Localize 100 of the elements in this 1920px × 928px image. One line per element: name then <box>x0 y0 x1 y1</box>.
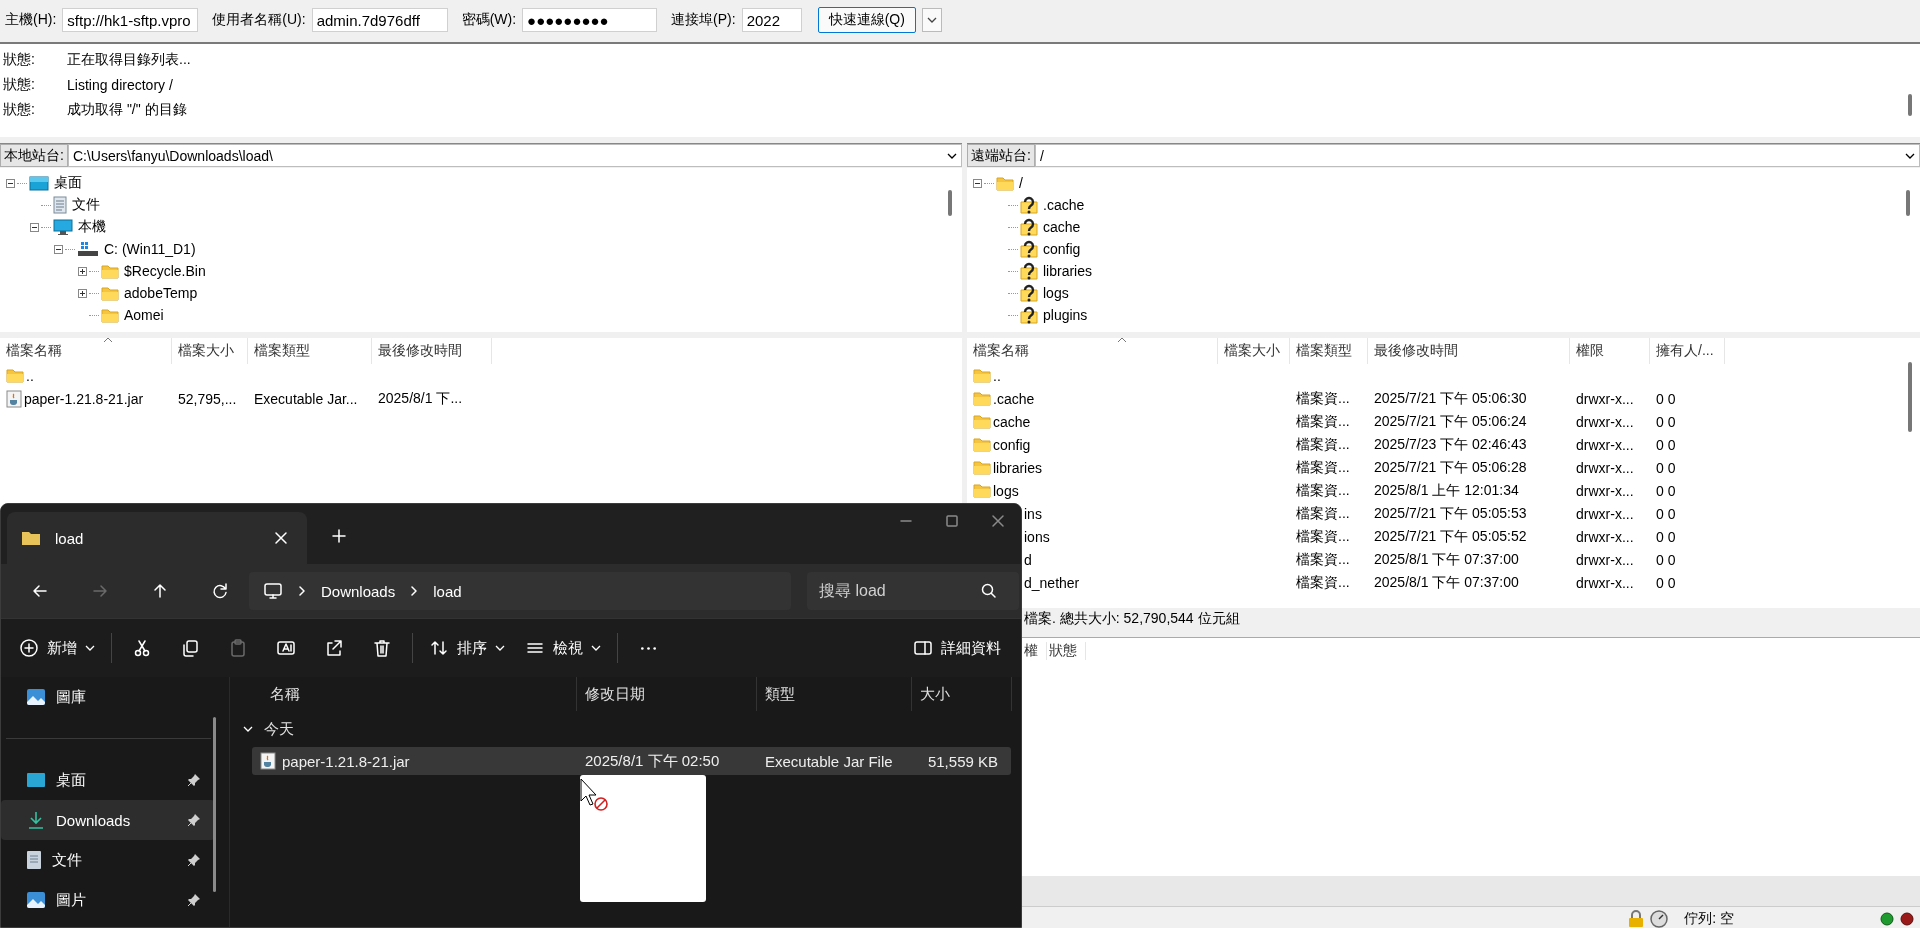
table-cell: 2025/7/23 下午 02:46:43 <box>1374 435 1527 454</box>
table-cell: Executable Jar... <box>254 390 358 407</box>
tree-item[interactable]: cache <box>1043 219 1081 235</box>
site-label[interactable]: 本地站台: <box>0 144 68 167</box>
sidebar-item[interactable]: 圖片 <box>1 880 215 920</box>
tree-item[interactable]: $Recycle.Bin <box>124 263 206 279</box>
file-row[interactable]: paper-1.21.8-21.jar 2025/8/1 下午 02:50 Executable Jar File 51,559 KB <box>252 747 1011 775</box>
site-label[interactable]: 遠端站台: <box>967 144 1035 167</box>
table-cell: 2025/8/1 下午 07:37:00 <box>1374 550 1519 569</box>
breadcrumb[interactable]: Downloads <box>321 582 396 600</box>
search-field[interactable]: 搜尋 load <box>807 572 1019 610</box>
tree-item[interactable]: logs <box>1043 285 1069 301</box>
file-name[interactable]: d <box>1024 551 1032 568</box>
file-name[interactable]: libraries <box>993 459 1042 476</box>
file-name[interactable]: .cache <box>993 390 1035 407</box>
table-cell: 0 0 <box>1656 459 1676 476</box>
table-cell: 0 0 <box>1656 413 1676 430</box>
sort-button[interactable]: 排序 <box>419 628 515 668</box>
input-field[interactable]: sftp://hk1-sftp.vpro <box>62 8 199 32</box>
column-header[interactable]: 大小 <box>912 677 1012 711</box>
tree-item[interactable]: / <box>1019 175 1023 191</box>
status-text: 檔案. 總共大小: 52,790,544 位元組 <box>1024 610 1240 628</box>
column-header[interactable]: 最後修改時間 <box>1368 338 1570 364</box>
breadcrumb[interactable]: load <box>433 582 462 600</box>
tree-item[interactable]: libraries <box>1043 263 1092 279</box>
tree-item[interactable]: 文件 <box>72 196 100 214</box>
input-field[interactable]: 2022 <box>741 8 802 32</box>
table-cell: 0 0 <box>1656 390 1676 407</box>
file-name[interactable]: ins <box>1024 505 1042 522</box>
table-cell: 0 0 <box>1656 528 1676 545</box>
path-field[interactable]: C:\Users\fanyu\Downloads\load\ <box>67 144 962 167</box>
tree-item[interactable]: C: (Win11_D1) <box>104 241 196 257</box>
sidebar-item[interactable]: 圖庫 <box>1 677 215 717</box>
file-name[interactable]: .. <box>993 367 1001 384</box>
column-header[interactable]: 名稱 <box>230 677 577 711</box>
file-name[interactable]: ions <box>1024 528 1050 545</box>
new-button[interactable]: 新增 <box>9 628 105 668</box>
field-label: 使用者名稱(U): <box>212 11 306 29</box>
table-cell: drwxr-x... <box>1576 413 1634 430</box>
file-name[interactable]: cache <box>993 413 1031 430</box>
column-header[interactable]: 擁有人/... <box>1650 338 1725 364</box>
sidebar-item[interactable]: 文件 <box>1 840 215 880</box>
file-name[interactable]: logs <box>993 482 1019 499</box>
table-cell: drwxr-x... <box>1576 505 1634 522</box>
table-cell: 檔案資... <box>1296 527 1350 546</box>
search-input[interactable]: 搜尋 load <box>819 576 969 606</box>
table-cell: 0 0 <box>1656 551 1676 568</box>
file-name[interactable]: d_nether <box>1024 574 1080 591</box>
sidebar-item[interactable]: 桌面 <box>1 760 215 800</box>
tree-item[interactable]: 桌面 <box>54 174 82 192</box>
column-header[interactable]: 權限 <box>1570 338 1650 364</box>
log-message: Listing directory / <box>67 76 173 93</box>
table-cell: 檔案資... <box>1296 412 1350 431</box>
path-field[interactable]: / <box>1034 144 1920 167</box>
column-header[interactable]: 最後修改時間 <box>372 338 492 364</box>
tree-item[interactable]: 本機 <box>78 218 106 236</box>
table-cell: drwxr-x... <box>1576 436 1634 453</box>
table-cell: 0 0 <box>1656 574 1676 591</box>
log-label: 狀態: <box>2 100 36 119</box>
column-header[interactable]: 檔案類型 <box>248 338 372 364</box>
file-name[interactable]: .. <box>26 367 34 384</box>
column-header[interactable]: 檔案名稱 <box>0 338 172 364</box>
input-field[interactable]: ●●●●●●●●● <box>522 8 658 32</box>
table-cell: 檔案資... <box>1296 504 1350 523</box>
tree-item[interactable]: .cache <box>1043 197 1085 213</box>
details-button[interactable]: 詳細資料 <box>903 628 1011 668</box>
column-header[interactable]: 檔案大小 <box>172 338 248 364</box>
column-header[interactable]: 檔案大小 <box>1218 338 1290 364</box>
table-cell: 檔案資... <box>1296 458 1350 477</box>
tree-item[interactable]: config <box>1043 241 1081 257</box>
field-label: 密碼(W): <box>461 11 517 29</box>
table-cell: drwxr-x... <box>1576 574 1634 591</box>
window-tab[interactable]: load <box>7 512 307 564</box>
table-cell: 2025/8/1 下午 07:37:00 <box>1374 573 1519 592</box>
table-cell: drwxr-x... <box>1576 390 1634 407</box>
quickconnect-button[interactable]: 快速連線(Q) <box>817 7 916 33</box>
sidebar-item[interactable]: Downloads <box>1 800 215 840</box>
table-cell: 2025/8/1 上午 12:01:34 <box>1374 481 1519 500</box>
view-button[interactable]: 檢視 <box>515 628 611 668</box>
address-bar[interactable]: Downloads load <box>249 572 791 610</box>
table-cell: 檔案資... <box>1296 481 1350 500</box>
column-header[interactable]: 修改日期 <box>577 677 757 711</box>
column-header[interactable]: 狀態 <box>1047 642 1086 660</box>
log-message: 正在取得目錄列表... <box>67 50 191 69</box>
field-label: 主機(H): <box>5 11 57 29</box>
column-header[interactable]: 檔案類型 <box>1290 338 1368 364</box>
file-name[interactable]: paper-1.21.8-21.jar <box>24 390 144 407</box>
log-message: 成功取得 "/" 的目錄 <box>67 100 187 119</box>
file-name[interactable]: config <box>993 436 1031 453</box>
log-label: 狀態: <box>2 50 36 69</box>
table-cell: 0 0 <box>1656 505 1676 522</box>
input-field[interactable]: admin.7d976dff <box>311 8 448 32</box>
tree-item[interactable]: adobeTemp <box>124 285 198 301</box>
tree-item[interactable]: plugins <box>1043 307 1088 323</box>
table-cell: 2025/7/21 下午 05:06:24 <box>1374 412 1527 431</box>
table-cell: 0 0 <box>1656 436 1676 453</box>
column-header[interactable]: 檔案名稱 <box>967 338 1218 364</box>
tree-item[interactable]: Aomei <box>124 307 164 323</box>
group-label: 今天 <box>264 719 294 739</box>
column-header[interactable]: 類型 <box>757 677 912 711</box>
